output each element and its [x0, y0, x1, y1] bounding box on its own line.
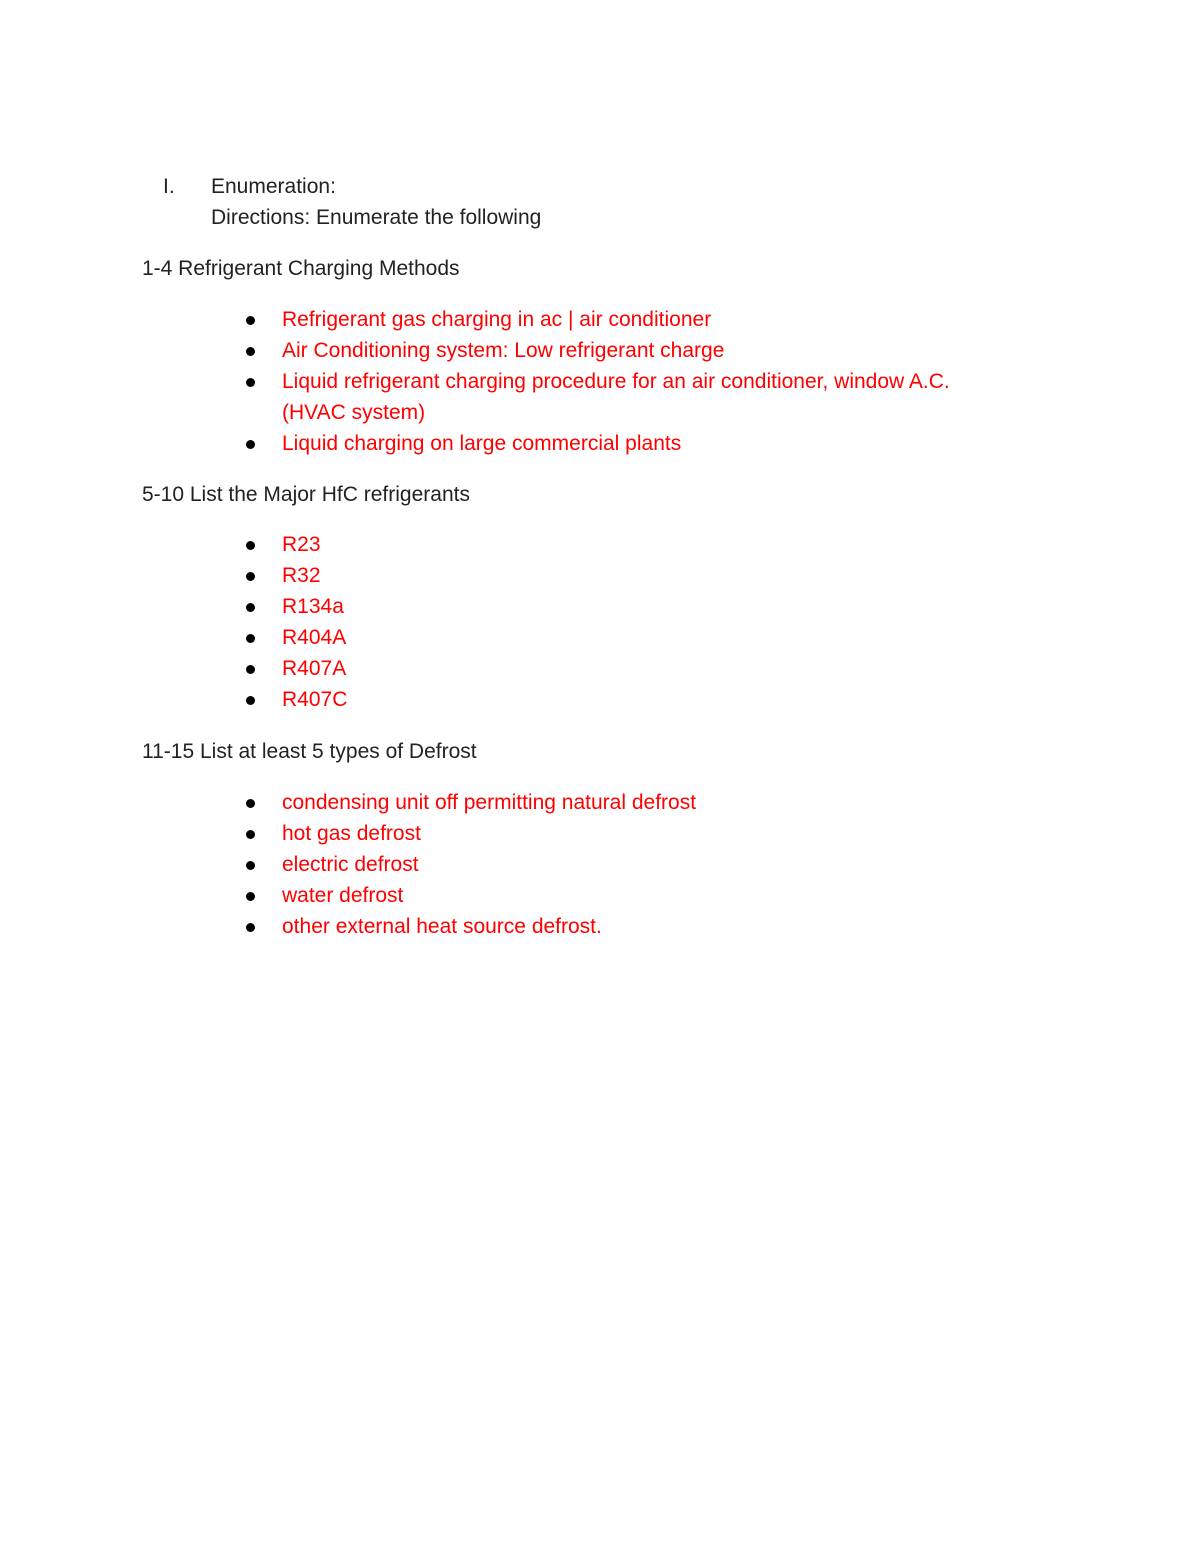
- list-item: condensing unit off permitting natural d…: [282, 791, 697, 814]
- list-item: R404A: [282, 626, 347, 649]
- list-item: Air Conditioning system: Low refrigerant…: [282, 339, 725, 362]
- list-item: R134a: [282, 595, 344, 618]
- bullet-icon: [246, 378, 255, 387]
- list-item: Liquid refrigerant charging procedure fo…: [282, 370, 950, 393]
- bullet-icon: [246, 892, 255, 901]
- bullet-icon: [246, 541, 255, 550]
- list-item-continuation: (HVAC system): [282, 401, 426, 424]
- list-item: water defrost: [282, 884, 404, 907]
- directions-text: Directions: Enumerate the following: [211, 206, 542, 229]
- bullet-icon: [246, 923, 255, 932]
- document-page: I. Enumeration: Directions: Enumerate th…: [0, 0, 1200, 1553]
- list-item: hot gas defrost: [282, 822, 421, 845]
- section-heading: Enumeration:: [211, 175, 336, 198]
- bullet-icon: [246, 603, 255, 612]
- list-item: R23: [282, 533, 321, 556]
- bullet-icon: [246, 665, 255, 674]
- section-title-charging-methods: 1-4 Refrigerant Charging Methods: [142, 257, 460, 280]
- bullet-icon: [246, 440, 255, 449]
- list-item: Liquid charging on large commercial plan…: [282, 432, 682, 455]
- list-item: R407C: [282, 688, 348, 711]
- list-item: electric defrost: [282, 853, 419, 876]
- bullet-icon: [246, 316, 255, 325]
- section-title-defrost-types: 11-15 List at least 5 types of Defrost: [142, 740, 477, 763]
- section-title-hfc-refrigerants: 5-10 List the Major HfC refrigerants: [142, 483, 470, 506]
- bullet-icon: [246, 634, 255, 643]
- list-item: other external heat source defrost.: [282, 915, 602, 938]
- bullet-icon: [246, 347, 255, 356]
- list-item: R32: [282, 564, 321, 587]
- list-item: Refrigerant gas charging in ac | air con…: [282, 308, 712, 331]
- list-item: R407A: [282, 657, 347, 680]
- bullet-icon: [246, 830, 255, 839]
- roman-numeral: I.: [163, 175, 175, 198]
- bullet-icon: [246, 799, 255, 808]
- bullet-icon: [246, 696, 255, 705]
- bullet-icon: [246, 861, 255, 870]
- bullet-icon: [246, 572, 255, 581]
